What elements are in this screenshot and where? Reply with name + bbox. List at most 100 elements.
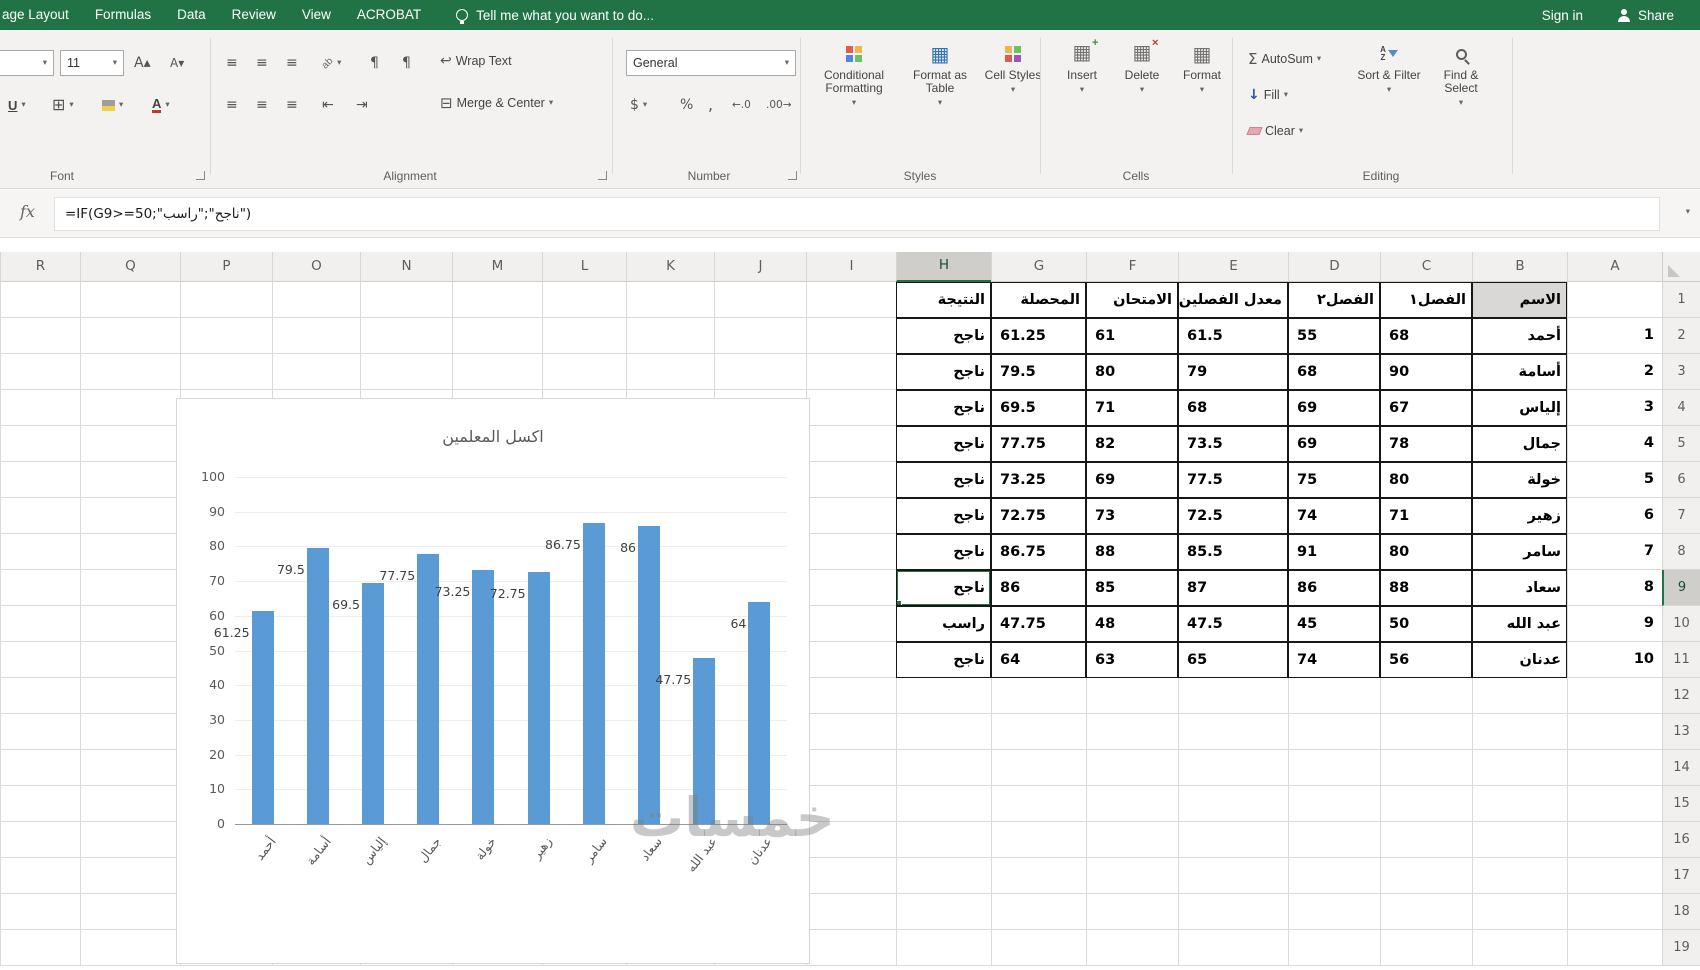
cell-H7[interactable]: ناجح <box>896 498 991 534</box>
cell-C18[interactable] <box>1380 894 1472 930</box>
insert-button[interactable]: ▦ + Insert ▾ <box>1054 37 1110 95</box>
row-header-10[interactable]: 10 <box>1662 606 1700 642</box>
column-header-G[interactable]: G <box>991 252 1086 282</box>
cell-H11[interactable]: ناجح <box>896 642 991 678</box>
cell-A19[interactable] <box>1567 930 1662 966</box>
column-header-E[interactable]: E <box>1178 252 1288 282</box>
cell-B16[interactable] <box>1472 822 1567 858</box>
cell-R11[interactable] <box>0 642 80 678</box>
cell-I8[interactable] <box>806 534 896 570</box>
column-header-C[interactable]: C <box>1380 252 1472 282</box>
cell-O2[interactable] <box>272 318 360 354</box>
tab-age-layout[interactable]: age Layout <box>0 0 82 30</box>
decrease-decimal-button[interactable]: .00→ <box>762 92 796 118</box>
cell-A3[interactable]: 2 <box>1567 354 1662 390</box>
cell-B11[interactable]: عدنان <box>1472 642 1567 678</box>
cell-D5[interactable]: 69 <box>1288 426 1380 462</box>
wrap-text-button[interactable]: ↩ Wrap Text <box>436 48 516 74</box>
row-header-5[interactable]: 5 <box>1662 426 1700 462</box>
cell-B8[interactable]: سامر <box>1472 534 1567 570</box>
cell-H4[interactable]: ناجح <box>896 390 991 426</box>
find-select-button[interactable]: Find & Select ▾ <box>1428 42 1494 108</box>
cell-E6[interactable]: 77.5 <box>1178 462 1288 498</box>
cell-J3[interactable] <box>714 354 806 390</box>
number-dialog-launcher[interactable] <box>788 171 797 180</box>
row-header-18[interactable]: 18 <box>1662 894 1700 930</box>
fill-button[interactable]: ↓ Fill ▾ <box>1244 82 1292 108</box>
cell-H5[interactable]: ناجح <box>896 426 991 462</box>
cell-C8[interactable]: 80 <box>1380 534 1472 570</box>
cell-E14[interactable] <box>1178 750 1288 786</box>
fx-icon[interactable]: fx <box>20 202 35 221</box>
text-direction-ltr-button[interactable]: ¶ <box>398 50 415 76</box>
cell-M1[interactable] <box>452 282 542 318</box>
select-all-corner[interactable] <box>1662 252 1700 282</box>
cell-I9[interactable] <box>806 570 896 606</box>
cell-E2[interactable]: 61.5 <box>1178 318 1288 354</box>
cell-Q12[interactable] <box>80 678 180 714</box>
cell-Q2[interactable] <box>80 318 180 354</box>
column-header-N[interactable]: N <box>360 252 452 282</box>
cell-I6[interactable] <box>806 462 896 498</box>
cell-B2[interactable]: أحمد <box>1472 318 1567 354</box>
cell-C16[interactable] <box>1380 822 1472 858</box>
cell-A18[interactable] <box>1567 894 1662 930</box>
cell-C15[interactable] <box>1380 786 1472 822</box>
comma-style-button[interactable]: , <box>704 92 717 118</box>
bar-أحمد[interactable] <box>251 611 274 824</box>
text-direction-rtl-button[interactable]: ¶ <box>366 50 383 76</box>
fill-color-button[interactable]: ▾ <box>98 92 127 118</box>
cell-E11[interactable]: 65 <box>1178 642 1288 678</box>
cell-F18[interactable] <box>1086 894 1178 930</box>
cell-G10[interactable]: 47.75 <box>991 606 1086 642</box>
cell-R2[interactable] <box>0 318 80 354</box>
row-header-4[interactable]: 4 <box>1662 390 1700 426</box>
cell-D14[interactable] <box>1288 750 1380 786</box>
cell-D7[interactable]: 74 <box>1288 498 1380 534</box>
cell-D18[interactable] <box>1288 894 1380 930</box>
increase-decimal-button[interactable]: ←.0 <box>728 92 755 118</box>
conditional-formatting-button[interactable]: Conditional Formatting ▾ <box>810 42 898 108</box>
cell-L2[interactable] <box>542 318 626 354</box>
cell-C17[interactable] <box>1380 858 1472 894</box>
cell-C11[interactable]: 56 <box>1380 642 1472 678</box>
cell-B1[interactable]: الاسم <box>1472 282 1567 318</box>
cell-I19[interactable] <box>806 930 896 966</box>
cell-H6[interactable]: ناجح <box>896 462 991 498</box>
cell-R12[interactable] <box>0 678 80 714</box>
cell-I3[interactable] <box>806 354 896 390</box>
cell-A1[interactable] <box>1567 282 1662 318</box>
cell-A2[interactable]: 1 <box>1567 318 1662 354</box>
cell-C1[interactable]: الفصل١ <box>1380 282 1472 318</box>
cell-R4[interactable] <box>0 390 80 426</box>
cell-F3[interactable]: 80 <box>1086 354 1178 390</box>
row-header-12[interactable]: 12 <box>1662 678 1700 714</box>
cell-R17[interactable] <box>0 858 80 894</box>
cell-F13[interactable] <box>1086 714 1178 750</box>
row-header-19[interactable]: 19 <box>1662 930 1700 966</box>
cell-H19[interactable] <box>896 930 991 966</box>
cell-K1[interactable] <box>626 282 714 318</box>
row-header-7[interactable]: 7 <box>1662 498 1700 534</box>
column-header-K[interactable]: K <box>626 252 714 282</box>
bar-سامر[interactable] <box>582 522 605 824</box>
cell-O1[interactable] <box>272 282 360 318</box>
cell-D3[interactable]: 68 <box>1288 354 1380 390</box>
cell-Q7[interactable] <box>80 498 180 534</box>
cell-B7[interactable]: زهير <box>1472 498 1567 534</box>
cell-K2[interactable] <box>626 318 714 354</box>
bar-إلياس[interactable] <box>362 582 384 824</box>
cell-E19[interactable] <box>1178 930 1288 966</box>
cell-D19[interactable] <box>1288 930 1380 966</box>
cell-D17[interactable] <box>1288 858 1380 894</box>
cell-J1[interactable] <box>714 282 806 318</box>
cell-L1[interactable] <box>542 282 626 318</box>
cell-F17[interactable] <box>1086 858 1178 894</box>
cell-E8[interactable]: 85.5 <box>1178 534 1288 570</box>
sign-in-link[interactable]: Sign in <box>1542 8 1583 23</box>
column-header-M[interactable]: M <box>452 252 542 282</box>
cell-Q8[interactable] <box>80 534 180 570</box>
cell-C12[interactable] <box>1380 678 1472 714</box>
cell-P2[interactable] <box>180 318 272 354</box>
cell-B15[interactable] <box>1472 786 1567 822</box>
